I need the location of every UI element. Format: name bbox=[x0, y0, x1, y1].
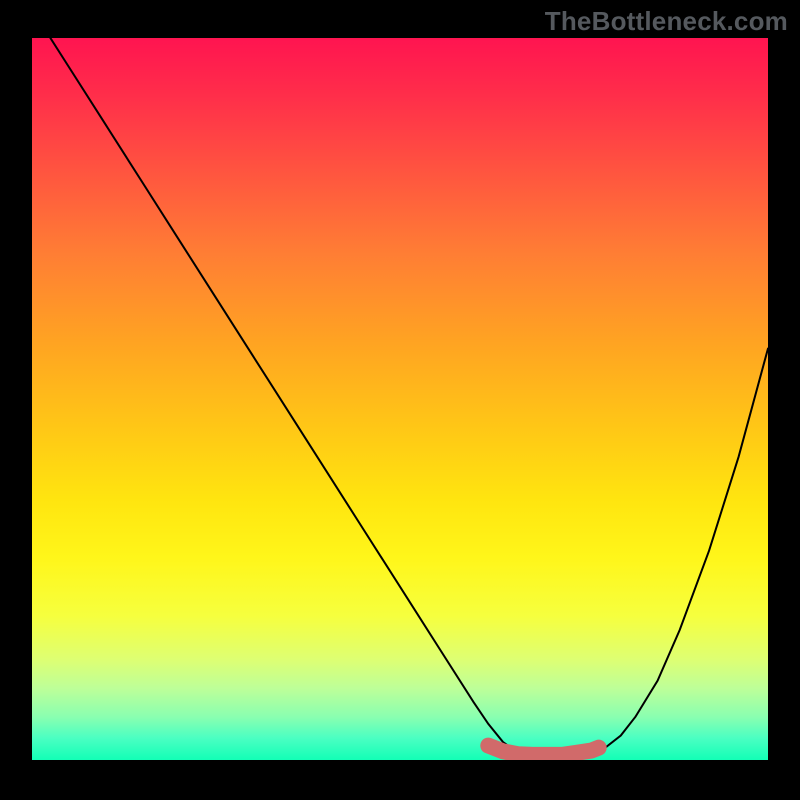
bottleneck-curve bbox=[32, 38, 768, 759]
chart-frame: TheBottleneck.com bbox=[0, 0, 800, 800]
plot-area bbox=[32, 38, 768, 760]
watermark-text: TheBottleneck.com bbox=[545, 6, 788, 37]
optimal-band bbox=[488, 746, 598, 755]
curve-layer bbox=[32, 38, 768, 760]
